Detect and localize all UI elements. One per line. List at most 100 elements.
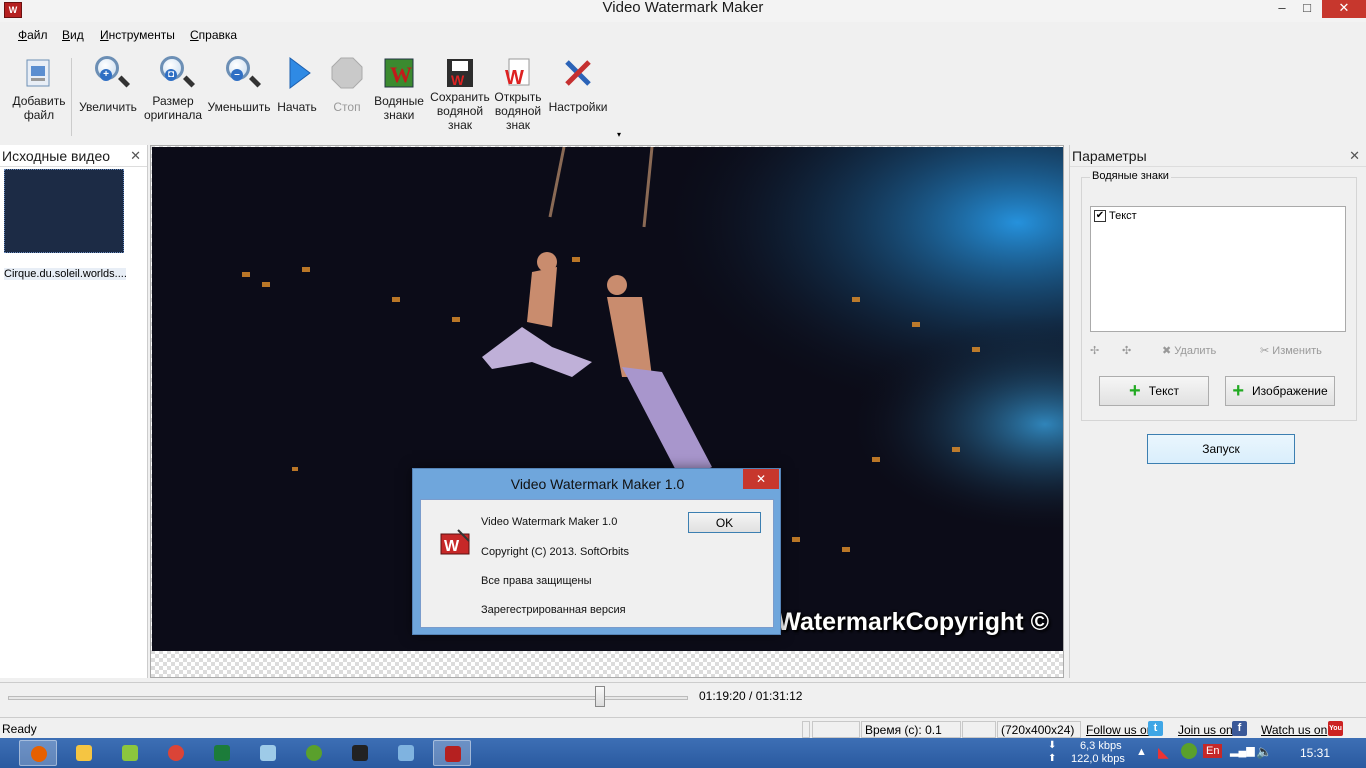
- menu-file[interactable]: Файл: [18, 28, 48, 42]
- zoom-out-button[interactable]: – Уменьшить: [206, 56, 272, 114]
- watermarks-label: Водяные знаки: [374, 94, 424, 122]
- svg-text:W: W: [505, 67, 524, 89]
- source-panel-title: Исходные видео: [2, 148, 111, 164]
- follow-link[interactable]: Follow us on: [1086, 723, 1153, 737]
- firefox-icon: [31, 746, 47, 762]
- menu-view[interactable]: Вид: [62, 28, 84, 42]
- delete-label: Удалить: [1174, 345, 1217, 357]
- torrent-tray-icon[interactable]: [1181, 743, 1197, 759]
- original-size-label: Размер оригинала: [143, 94, 203, 122]
- move-up-icon[interactable]: ✢: [1090, 344, 1099, 357]
- watermark-overlay-text[interactable]: WatermarkCopyright ©: [777, 608, 1049, 637]
- start-button[interactable]: Начать: [274, 56, 320, 114]
- zoom-in-label: Увеличить: [79, 100, 137, 114]
- watermark-list[interactable]: ✔ Текст: [1090, 206, 1346, 332]
- dialog-body: W Video Watermark Maker 1.0 Copyright (C…: [420, 499, 774, 628]
- media-icon: [352, 745, 368, 761]
- add-text-button[interactable]: + Текст: [1099, 376, 1209, 406]
- app-task[interactable]: [203, 740, 241, 766]
- join-link[interactable]: Join us on: [1178, 723, 1233, 737]
- save-watermark-button[interactable]: W Сохранить водяной знак: [428, 56, 492, 132]
- toolbar-overflow-icon[interactable]: ▾: [617, 130, 621, 139]
- edit-button[interactable]: ✂ Изменить: [1260, 344, 1322, 357]
- menu-help[interactable]: Справка: [190, 28, 237, 42]
- tray-alert-icon[interactable]: ◣: [1158, 744, 1169, 761]
- download-speed: 6,3 kbps: [1080, 740, 1122, 752]
- add-file-icon: [22, 56, 56, 90]
- facebook-icon[interactable]: f: [1232, 721, 1247, 736]
- stop-icon: [330, 56, 364, 90]
- video-thumbnail[interactable]: [4, 169, 124, 253]
- watermark-item-label: Текст: [1109, 210, 1137, 222]
- add-file-button[interactable]: Добавить файл: [8, 56, 70, 122]
- zoom-out-icon: –: [222, 56, 256, 90]
- source-panel-header: Исходные видео ✕: [0, 145, 147, 167]
- watermark-maker-task[interactable]: [433, 740, 471, 766]
- watch-link[interactable]: Watch us on: [1261, 723, 1327, 737]
- open-watermark-button[interactable]: W Открыть водяной знак: [492, 56, 544, 132]
- monitor-task[interactable]: [387, 740, 425, 766]
- original-size-button[interactable]: ◘ Размер оригинала: [142, 56, 204, 122]
- upload-arrow-icon: ⬆: [1048, 753, 1057, 764]
- delete-button[interactable]: ✖ Удалить: [1162, 344, 1216, 357]
- watermarks-button[interactable]: W Водяные знаки: [372, 56, 426, 122]
- parameters-panel-title: Параметры: [1072, 148, 1147, 164]
- taskbar: ⬇ ⬆ 6,3 kbps 122,0 kbps ▲ ◣ En ▂▄▆ 🔈 15:…: [0, 738, 1366, 768]
- ok-button[interactable]: OK: [688, 512, 761, 533]
- settings-icon: [561, 56, 595, 90]
- zoom-in-button[interactable]: + Увеличить: [76, 56, 140, 114]
- video-file-name[interactable]: Cirque.du.soleil.worlds....: [4, 268, 126, 280]
- list-item[interactable]: ✔ Текст: [1094, 210, 1137, 222]
- network-icon[interactable]: ▂▄▆: [1230, 744, 1255, 757]
- resolution-readout: (720x400x24): [997, 721, 1081, 738]
- parameters-panel-header: Параметры ✕: [1070, 145, 1366, 167]
- menu-tools[interactable]: Инструменты: [100, 28, 175, 42]
- run-button[interactable]: Запуск: [1147, 434, 1295, 464]
- play-icon: [280, 56, 314, 90]
- plus-icon: +: [1129, 380, 1141, 402]
- add-image-button[interactable]: + Изображение: [1225, 376, 1335, 406]
- move-down-icon[interactable]: ✣: [1122, 344, 1131, 357]
- notes-task[interactable]: [111, 740, 149, 766]
- watermark-app-icon: [445, 746, 461, 762]
- close-button[interactable]: ✕: [1322, 0, 1366, 18]
- plus-icon: +: [1232, 380, 1245, 402]
- copyright-text: Copyright (C) 2013. SoftOrbits: [481, 546, 629, 558]
- status-bar: Ready Время (с): 0.1 (720x400x24) Follow…: [0, 720, 1366, 740]
- maximize-button[interactable]: □: [1292, 0, 1322, 18]
- dialog-title: Video Watermark Maker 1.0: [510, 476, 685, 492]
- explorer-task[interactable]: [65, 740, 103, 766]
- twitter-icon[interactable]: t: [1148, 721, 1163, 736]
- dialog-close-button[interactable]: ✕: [743, 469, 779, 489]
- save-watermark-label: Сохранить водяной знак: [430, 90, 490, 132]
- watermarks-group-label: Водяные знаки: [1090, 170, 1171, 182]
- language-indicator[interactable]: En: [1203, 744, 1223, 758]
- watermark-logo-icon: W: [440, 528, 470, 558]
- watermark-checkbox[interactable]: ✔: [1094, 210, 1106, 222]
- registration-status: Зарегестрированная версия: [481, 604, 626, 616]
- stop-button[interactable]: Стоп: [326, 56, 368, 114]
- torrent-task[interactable]: [295, 740, 333, 766]
- seek-slider-handle[interactable]: [594, 686, 605, 707]
- edit-label: Изменить: [1272, 345, 1322, 357]
- monitor-icon: [398, 745, 414, 761]
- parameters-panel-close-icon[interactable]: ✕: [1349, 145, 1360, 167]
- window-title: Video Watermark Maker: [602, 0, 764, 16]
- youtube-icon[interactable]: You: [1328, 721, 1343, 736]
- settings-button[interactable]: Настройки: [546, 56, 610, 114]
- media-task[interactable]: [341, 740, 379, 766]
- toolbar-separator: [71, 58, 72, 136]
- volume-icon[interactable]: 🔈: [1256, 744, 1272, 760]
- source-panel-close-icon[interactable]: ✕: [130, 145, 141, 167]
- chrome-task[interactable]: [157, 740, 195, 766]
- paint-task[interactable]: [249, 740, 287, 766]
- tray-expand-icon[interactable]: ▲: [1136, 746, 1147, 758]
- save-icon: W: [443, 56, 477, 90]
- about-dialog: Video Watermark Maker 1.0 ✕ W Video Wate…: [412, 468, 781, 635]
- original-size-icon: ◘: [156, 56, 190, 90]
- clock[interactable]: 15:31: [1300, 746, 1330, 760]
- zoom-out-label: Уменьшить: [207, 100, 271, 114]
- seek-track[interactable]: [8, 696, 688, 700]
- open-icon: W: [501, 56, 535, 90]
- firefox-task[interactable]: [19, 740, 57, 766]
